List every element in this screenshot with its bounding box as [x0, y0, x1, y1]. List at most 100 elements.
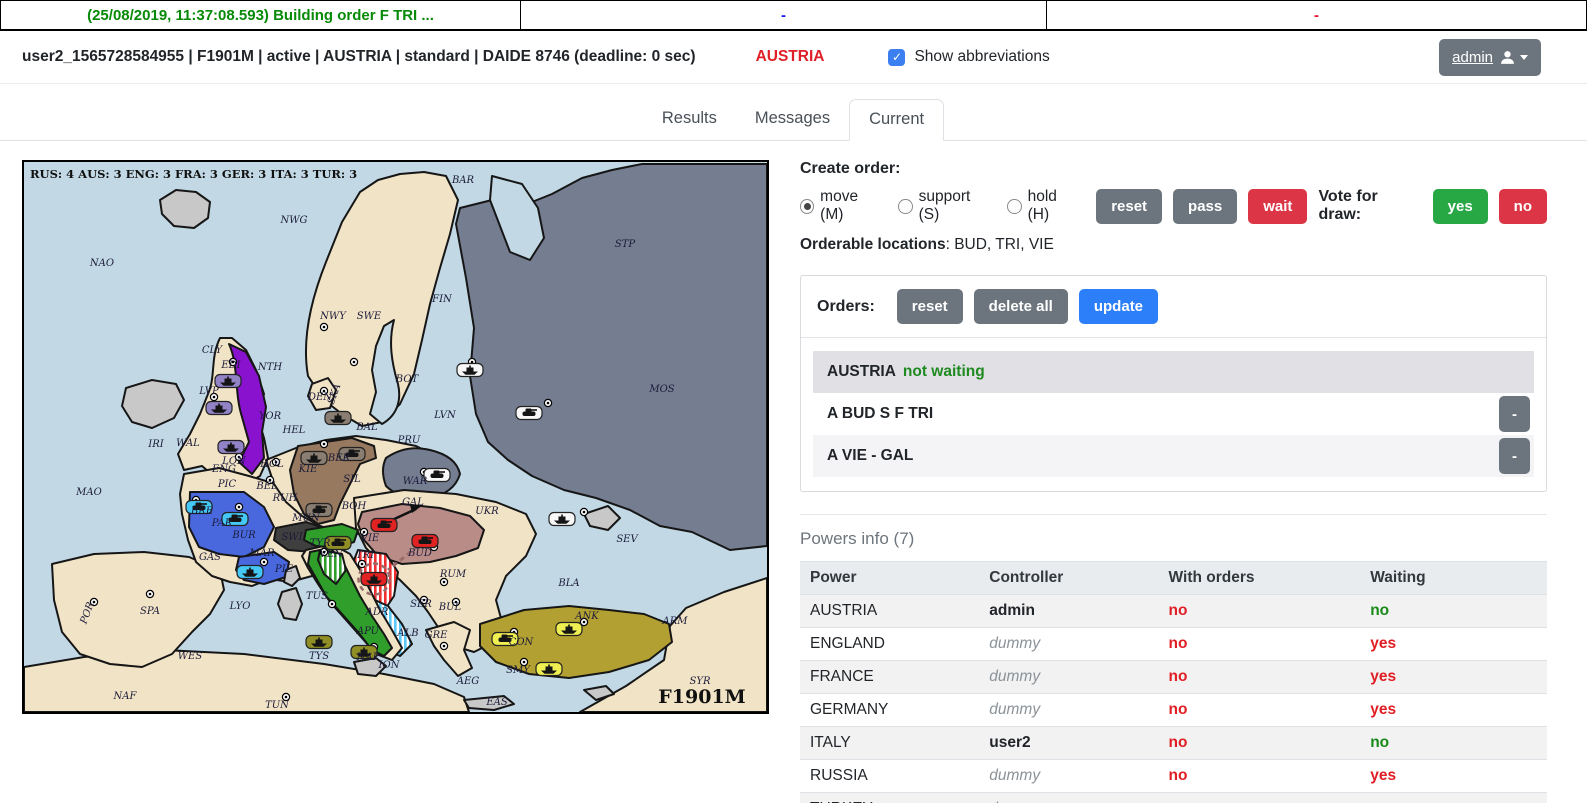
powers-table-header: Power Controller With orders Waiting: [800, 562, 1547, 595]
map[interactable]: NAONWGBARSTPMOSFINBOTNWYSWENTHSKADENHELB…: [22, 160, 769, 714]
province-label: LVN: [433, 410, 457, 421]
fleet-unit-russia: [549, 513, 575, 526]
province-label: TRI: [356, 550, 375, 561]
province-label: SER: [410, 599, 432, 610]
province-label: HOL: [259, 459, 284, 470]
province-label: PAR: [211, 518, 233, 529]
vote-yes-button[interactable]: yes: [1433, 189, 1488, 224]
power-row: TURKEYdummynoyes: [800, 793, 1547, 803]
orders-list: A BUD S F TRI- A VIE - GAL -: [813, 393, 1534, 477]
tab-results[interactable]: Results: [643, 99, 736, 140]
create-order-controls: move (M) support (S) hold (H) reset pass…: [800, 188, 1547, 224]
province-label: BAR: [451, 175, 475, 186]
divider: [800, 514, 1547, 515]
province-label: BOT: [395, 374, 420, 385]
orders-title: Orders:: [817, 298, 875, 316]
radio-move[interactable]: move (M): [800, 188, 881, 224]
fleet-unit-germany: [325, 412, 351, 425]
waiting-cell: yes: [1360, 694, 1547, 727]
army-unit-russia: [424, 469, 450, 482]
radio-support-dot: [898, 199, 912, 214]
controller-cell: dummy: [979, 760, 1158, 793]
province-label: TUS: [306, 591, 328, 602]
province-label: GRE: [425, 630, 449, 641]
radio-support[interactable]: support (S): [898, 188, 990, 224]
radio-hold-dot: [1007, 199, 1021, 214]
powers-info-title: Powers info (7): [800, 529, 1547, 549]
province-label: BOH: [341, 501, 367, 512]
controller-cell: dummy: [979, 694, 1158, 727]
province-label: FIN: [431, 294, 453, 305]
province-label: KIE: [298, 464, 318, 475]
province-label: PIC: [217, 479, 237, 490]
province-label: NTH: [257, 362, 282, 373]
province-label: STP: [615, 239, 636, 250]
army-unit-austria: [412, 535, 438, 548]
orders-power-name: AUSTRIA: [827, 363, 896, 381]
order-row: A BUD S F TRI-: [813, 393, 1534, 435]
fleet-unit-england: [218, 441, 244, 454]
with-orders-cell: no: [1159, 727, 1361, 760]
orders-reset-button[interactable]: reset: [897, 289, 963, 324]
user-icon: [1500, 50, 1515, 65]
create-order-title: Create order:: [800, 160, 1547, 178]
power-cell: TURKEY: [800, 793, 979, 803]
orders-panel: Orders: reset delete all update AUSTRIA …: [800, 275, 1547, 492]
col-controller: Controller: [979, 562, 1158, 595]
province-label: BER: [327, 453, 351, 464]
remove-order-button[interactable]: -: [1499, 396, 1530, 432]
radio-hold[interactable]: hold (H): [1007, 188, 1079, 224]
province-label: PRU: [397, 435, 421, 446]
province-label: TUN: [265, 700, 290, 711]
header: user2_1565728584955 | F1901M | active | …: [0, 31, 1587, 84]
vote-for-draw-label: Vote for draw:: [1318, 188, 1418, 224]
province-label: ALB: [396, 628, 418, 639]
orders-waiting-status: not waiting: [903, 363, 985, 381]
army-unit-russia: [516, 407, 542, 420]
fleet-unit-italy: [306, 636, 332, 649]
order-text: A VIE - GAL: [827, 447, 913, 465]
province-label: IRI: [147, 439, 164, 450]
orderable-locations: Orderable locations: BUD, TRI, VIE: [800, 236, 1547, 254]
with-orders-cell: no: [1159, 595, 1361, 628]
province-label: GAS: [199, 552, 221, 563]
province-label: MAR: [249, 548, 275, 559]
province-label: BEL: [255, 481, 278, 492]
province-label: NWG: [279, 215, 307, 226]
province-label: SEV: [616, 534, 639, 545]
pass-button[interactable]: pass: [1173, 189, 1237, 224]
orders-power-status-row: AUSTRIA not waiting: [813, 351, 1534, 393]
status-middle: -: [521, 1, 1047, 29]
admin-username: admin: [1452, 49, 1493, 66]
reset-order-button[interactable]: reset: [1096, 189, 1162, 224]
province-label: RUH: [272, 493, 298, 504]
province-label: PIE: [274, 564, 294, 575]
col-waiting: Waiting: [1360, 562, 1547, 595]
orders-delete-all-button[interactable]: delete all: [974, 289, 1068, 324]
power-cell: ITALY: [800, 727, 979, 760]
province-label: BLA: [557, 578, 579, 589]
fleet-unit-england: [206, 402, 232, 415]
province-label: NAP: [356, 652, 380, 663]
tab-messages[interactable]: Messages: [736, 99, 849, 140]
vote-no-button[interactable]: no: [1499, 189, 1547, 224]
orders-body: AUSTRIA not waiting A BUD S F TRI- A VIE …: [801, 338, 1546, 491]
province-label: WES: [178, 651, 203, 662]
province-label: SWI: [281, 532, 303, 543]
power-cell: ENGLAND: [800, 628, 979, 661]
tab-current[interactable]: Current: [849, 99, 944, 141]
wait-button[interactable]: wait: [1248, 189, 1307, 224]
province-label: BUR: [231, 530, 256, 541]
remove-order-button[interactable]: -: [1499, 438, 1530, 474]
admin-menu-button[interactable]: admin: [1439, 39, 1541, 76]
show-abbreviations-checkbox[interactable]: ✓: [888, 49, 905, 66]
province-label: GAL: [402, 497, 424, 508]
orders-header: Orders: reset delete all update: [801, 276, 1546, 338]
supply-center-dot: [320, 440, 327, 447]
orders-update-button[interactable]: update: [1079, 289, 1158, 324]
orderable-locations-label: Orderable locations: [800, 236, 946, 253]
radio-move-label: move (M): [820, 188, 881, 224]
power-cell: FRANCE: [800, 661, 979, 694]
province-label: EAS: [485, 697, 508, 708]
province-label: MAO: [75, 487, 102, 498]
